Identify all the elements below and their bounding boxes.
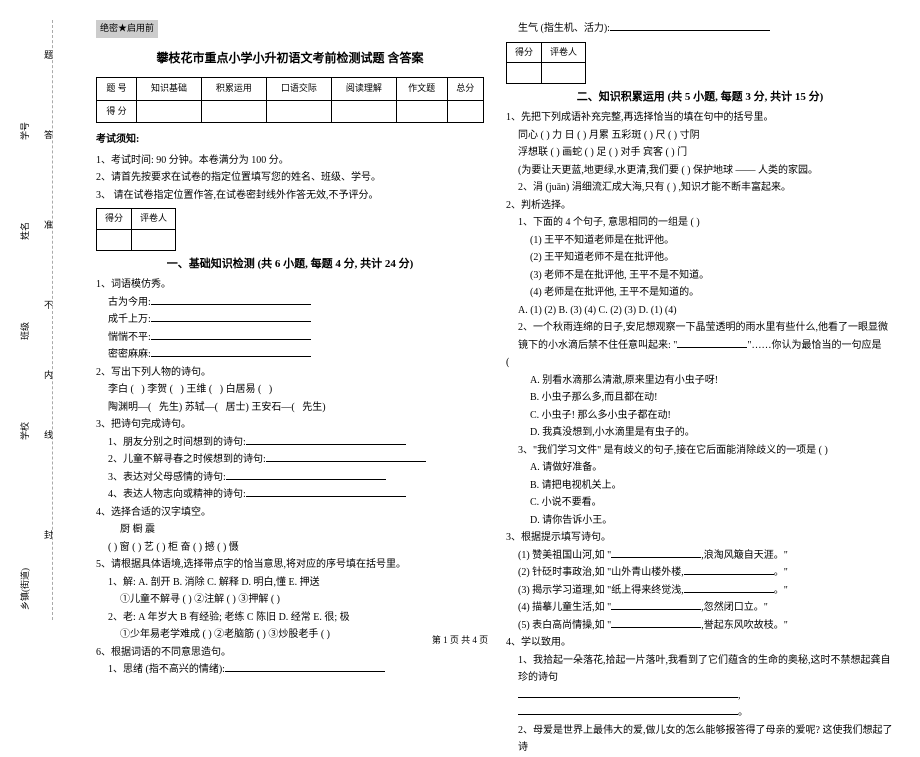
notice-head: 考试须知:	[96, 131, 484, 149]
left-column: 绝密★启用前 攀枝花市重点小学小升初语文考前检测试题 含答案 题 号 知识基础 …	[90, 20, 490, 610]
r-q2-sub: 1、下面的 4 个句子, 意思相同的一组是 ( )	[506, 214, 894, 232]
r-q2-ans: A. (1) (2) B. (3) (4) C. (2) (3) D. (1) …	[506, 302, 894, 320]
r-q3-i2: (3) 揭示学习道理,如 "纸上得来终觉浅,。"	[506, 582, 894, 600]
q3-i3: 3、表达对父母感情的诗句:	[96, 469, 484, 487]
notice-2: 2、请首先按要求在试卷的指定位置填写您的姓名、班级、学号。	[96, 169, 484, 187]
score-table: 题 号 知识基础 积累运用 口语交际 阅读理解 作文题 总分 得 分	[96, 77, 484, 124]
score-h6: 总分	[447, 77, 483, 100]
r-q2-stem: 2、判析选择。	[506, 197, 894, 215]
q1-l1: 古为今用:	[96, 294, 484, 312]
score-h0: 题 号	[97, 77, 137, 100]
seal-char-4: 不	[42, 300, 55, 315]
r-q2b-o2: C. 小虫子! 那么多小虫子都在动!	[506, 407, 894, 425]
q4-rowc: 厨 橱 震	[96, 521, 484, 539]
q5-stem: 6、根据词语的不同意思造句。	[96, 644, 484, 662]
mini-score-1: 得分 评卷人	[96, 208, 176, 251]
margin-label-school: 学校	[18, 422, 31, 440]
margin-label-id: 学号	[18, 122, 31, 140]
binding-margin: 乡镇(街道) 学校 班级 姓名 学号 封 线 内 不 准 答 题	[0, 0, 80, 650]
r-q3-i0: (1) 赞美祖国山河,如 ",浪淘风簸自天涯。"	[506, 547, 894, 565]
r-q1-r1: 浮想联 ( ) 画蛇 ( ) 足 ( ) 对手 宾客 ( ) 门	[506, 144, 894, 162]
r-q2-sub2: 2、一个秋雨连绵的日子,安尼想观察一下晶莹透明的雨水里有些什么,他看了一眼显微镜…	[506, 319, 894, 354]
q3-i1: 1、朋友分别之时间想到的诗句:	[96, 434, 484, 452]
r-top-line: 生气 (指生机、活力):	[506, 20, 894, 38]
r-q2b-o0: A. 别看水滴那么清澈,原来里边有小虫子呀!	[506, 372, 894, 390]
q3-i2: 2、儿童不解寻春之时候想到的诗句:	[96, 451, 484, 469]
seal-char-6: 答	[42, 130, 55, 145]
seal-char-2: 线	[42, 430, 55, 445]
seal-char-7: 题	[42, 50, 55, 65]
r-q2c-o1: B. 请把电视机关上。	[506, 477, 894, 495]
r-q2-o2: (3) 老师不是在批评他, 王平不是不知道。	[506, 267, 894, 285]
score-h2: 积累运用	[201, 77, 266, 100]
r-q1-stem: 1、先把下列成语补充完整,再选择恰当的填在句中的括号里。	[506, 109, 894, 127]
r-q4-l0: 1、我拾起一朵落花,拾起一片落叶,我看到了它们蕴含的生命的奥秘,这时不禁想起龚自…	[506, 652, 894, 687]
q2-r1: 李白 ( ) 李贺 ( ) 王维 ( ) 白居易 ( )	[96, 381, 484, 399]
q1-l3: 惴惴不平:	[96, 329, 484, 347]
r-q2-sub3: 3、"我们学习文件" 是有歧义的句子,接在它后面能消除歧义的一项是 ( )	[506, 442, 894, 460]
r-q3-i4: (5) 表白高尚情操,如 ",誉起东风吹故枝。"	[506, 617, 894, 635]
r-q1-r2: (为要让天更蓝,地更绿,水更清,我们要 ( ) 保护地球 —— 人类的家园。	[506, 162, 894, 180]
q1-l2: 成千上万:	[96, 311, 484, 329]
q4-i1: 1、解: A. 剖开 B. 消除 C. 解释 D. 明白,懂 E. 押送	[96, 574, 484, 592]
q4-stem: 4、选择合适的汉字填空。	[96, 504, 484, 522]
seal-char-1: 封	[42, 530, 55, 545]
q4-i2: 2、老: A 年岁大 B 有经验; 老练 C 陈旧 D. 经常 E. 很; 极	[96, 609, 484, 627]
q2-stem: 2、写出下列人物的诗句。	[96, 364, 484, 382]
secret-tag: 绝密★启用前	[96, 20, 158, 38]
r-q2-sub2p: (	[506, 354, 894, 372]
r-q2-o1: (2) 王平知道老师不是在批评他。	[506, 249, 894, 267]
margin-label-name: 姓名	[18, 222, 31, 240]
q5-l: 1、思绪 (指不高兴的情绪):	[96, 661, 484, 679]
r-q4-blank1: ,。	[506, 687, 894, 722]
q4-sub: 5、请根据具体语境,选择带点字的恰当意思,将对应的序号填在括号里。	[96, 556, 484, 574]
score-h1: 知识基础	[137, 77, 202, 100]
q2-r2: 陶渊明—( 先生) 苏轼—( 居士) 王安石—( 先生)	[96, 399, 484, 417]
r-q2b-o1: B. 小虫子那么多,而且都在动!	[506, 389, 894, 407]
margin-label-class: 班级	[18, 322, 31, 340]
q3-i4: 4、表达人物志向或精神的诗句:	[96, 486, 484, 504]
r-q3-stem: 3、根据提示填写诗句。	[506, 529, 894, 547]
q4-rowp: ( ) 窗 ( ) 艺 ( ) 柜 奋 ( ) 撼 ( ) 慑	[96, 539, 484, 557]
r-q1-r3: 2、涓 (juān) 涓细流汇成大海,只有 ( ) ,知识才能不断丰富起来。	[506, 179, 894, 197]
notice-1: 1、考试时间: 90 分钟。本卷满分为 100 分。	[96, 152, 484, 170]
r-q2c-o2: C. 小说不要看。	[506, 494, 894, 512]
r-q3-i3: (4) 描摹儿童生活,如 ",忽然闭口立。"	[506, 599, 894, 617]
r-q1-r0: 同心 ( ) 力 日 ( ) 月累 五彩斑 ( ) 尺 ( ) 寸阴	[506, 127, 894, 145]
seal-char-3: 内	[42, 370, 55, 385]
r-q2-o3: (4) 老师是在批评他, 王平不是知道的。	[506, 284, 894, 302]
section1-title: 一、基础知识检测 (共 6 小题, 每题 4 分, 共计 24 分)	[96, 255, 484, 274]
r-q4-l1: 2、母爱是世界上最伟大的爱,做儿女的怎么能够报答得了母亲的爱呢? 这使我们想起了…	[506, 722, 894, 757]
q4-i1a: ①儿童不解寻 ( ) ②注解 ( ) ③押解 ( )	[96, 591, 484, 609]
score-row2: 得 分	[97, 100, 137, 123]
ms1-c1: 得分	[97, 209, 132, 230]
ms1-c2: 评卷人	[132, 209, 176, 230]
r-q2-o0: (1) 王平不知道老师是在批评他。	[506, 232, 894, 250]
seal-char-5: 准	[42, 220, 55, 235]
r-q2b-o3: D. 我真没想到,小水滴里是有虫子的。	[506, 424, 894, 442]
ms2-c2: 评卷人	[542, 42, 586, 63]
section2-title: 二、知识积累运用 (共 5 小题, 每题 3 分, 共计 15 分)	[506, 88, 894, 107]
score-h3: 口语交际	[266, 77, 331, 100]
doc-title: 攀枝花市重点小学小升初语文考前检测试题 含答案	[96, 48, 484, 69]
r-q2c-o3: D. 请你告诉小王。	[506, 512, 894, 530]
q1-stem: 1、词语模仿秀。	[96, 276, 484, 294]
right-column: 生气 (指生机、活力): 得分 评卷人 二、知识积累运用 (共 5 小题, 每题…	[500, 20, 900, 610]
notice-3: 3、 请在试卷指定位置作答,在试卷密封线外作答无效,不予评分。	[96, 187, 484, 205]
mini-score-2: 得分 评卷人	[506, 42, 586, 85]
q3-stem: 3、把诗句完成诗句。	[96, 416, 484, 434]
q1-l4: 密密麻麻:	[96, 346, 484, 364]
score-h5: 作文题	[396, 77, 447, 100]
page-footer: 第 1 页 共 4 页	[0, 633, 920, 646]
score-h4: 阅读理解	[331, 77, 396, 100]
r-q2c-o0: A. 请做好准备。	[506, 459, 894, 477]
margin-label-township: 乡镇(街道)	[18, 568, 31, 610]
r-q3-i1: (2) 针砭时事政治,如 "山外青山楼外楼,。"	[506, 564, 894, 582]
ms2-c1: 得分	[507, 42, 542, 63]
